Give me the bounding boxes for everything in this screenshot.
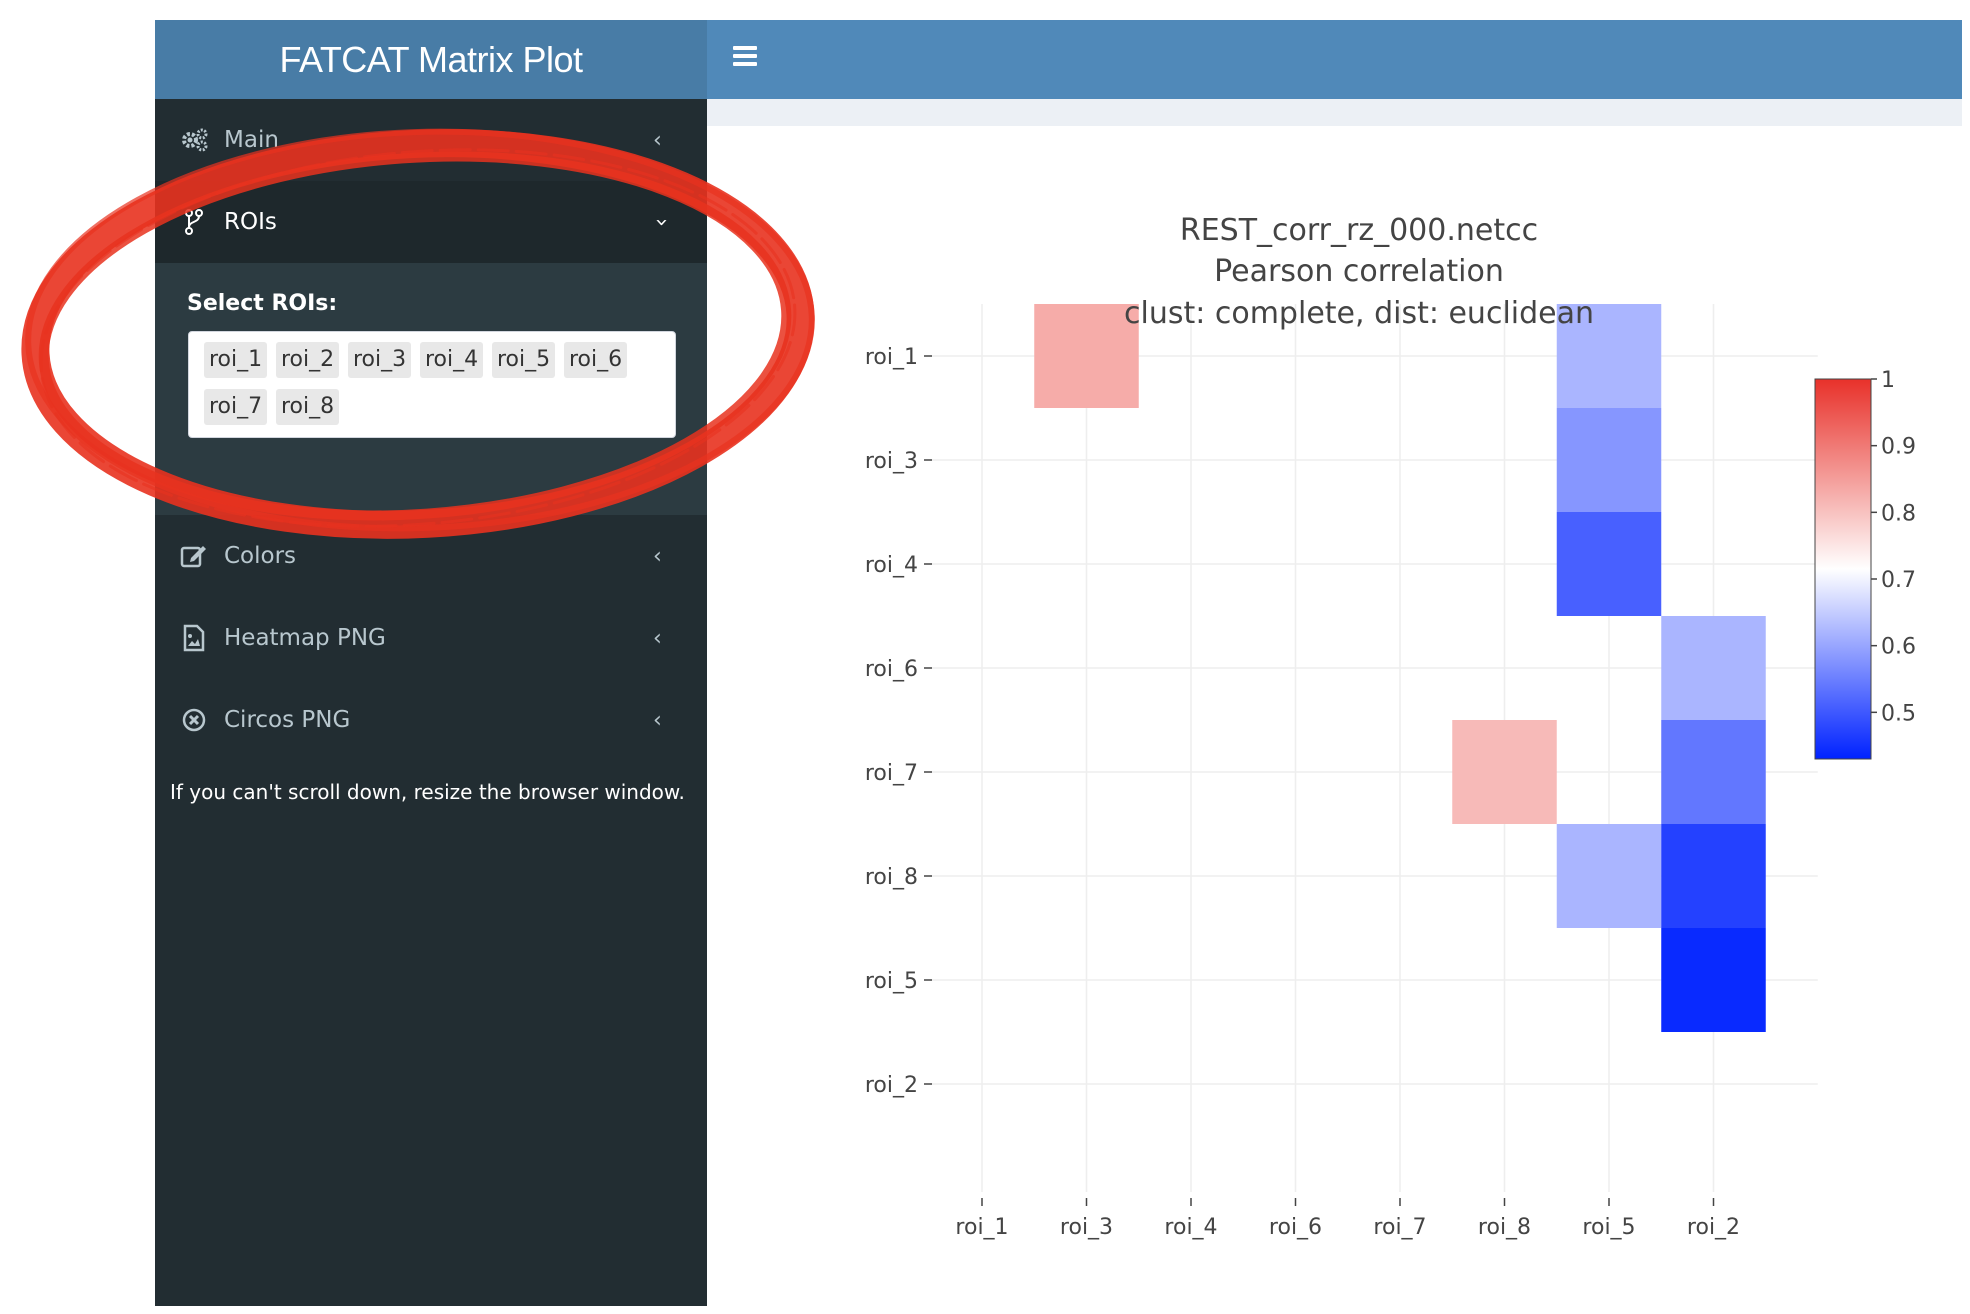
heatmap-cell[interactable] — [1661, 720, 1766, 824]
y-tick-label: roi_5 — [865, 969, 918, 994]
sidebar-item-circos-png[interactable]: Circos PNG ‹ — [155, 679, 707, 761]
x-tick-label: roi_4 — [1164, 1215, 1217, 1240]
sidebar-item-main[interactable]: Main ‹ — [155, 99, 707, 181]
y-tick-label: roi_3 — [865, 449, 918, 474]
roi-chip[interactable]: roi_2 — [276, 342, 340, 378]
colorbar-tick-label: 0.7 — [1881, 568, 1916, 593]
chevron-down-icon: ‹ — [648, 217, 674, 227]
top-navbar — [707, 20, 1962, 99]
colorbar-tick-label: 0.8 — [1881, 501, 1916, 526]
colorbar-tick-label: 0.5 — [1881, 701, 1916, 726]
x-tick-label: roi_3 — [1060, 1215, 1113, 1240]
heatmap-cell[interactable] — [1661, 928, 1766, 1032]
help-text: If you can't scroll down, resize the bro… — [170, 780, 685, 804]
chevron-left-icon: ‹ — [653, 127, 662, 153]
x-tick-label: roi_7 — [1373, 1215, 1426, 1240]
sidebar-item-colors[interactable]: Colors ‹ — [155, 515, 707, 597]
y-tick-label: roi_2 — [865, 1073, 918, 1098]
sidebar-toggle-icon[interactable] — [733, 44, 757, 66]
chevron-left-icon: ‹ — [653, 707, 662, 733]
roi-chip[interactable]: roi_6 — [564, 342, 628, 378]
heatmap-cell[interactable] — [1661, 616, 1766, 720]
roi-chip[interactable]: roi_1 — [204, 342, 268, 378]
chart-title-line-3: clust: complete, dist: euclidean — [1124, 296, 1594, 331]
chart-title-line-2: Pearson correlation — [1214, 254, 1504, 289]
heatmap-cell[interactable] — [1556, 824, 1662, 928]
heatmap-cell[interactable] — [1556, 512, 1662, 616]
gears-icon — [179, 125, 209, 155]
colorbar-ticks: 1 0.9 0.8 0.7 0.6 0.5 — [1871, 368, 1916, 726]
y-tick-label: roi_8 — [865, 865, 918, 890]
roi-chip[interactable]: roi_7 — [204, 389, 268, 425]
x-tick-label: roi_1 — [955, 1215, 1008, 1240]
heatmap-cell[interactable] — [1661, 824, 1766, 928]
roi-chip[interactable]: roi_5 — [492, 342, 556, 378]
sidebar-item-label: Circos PNG — [224, 707, 351, 733]
colorbar-tick-label: 0.6 — [1881, 635, 1916, 660]
colorbar-tick-label: 1 — [1881, 368, 1895, 393]
chart-title-line-1: REST_corr_rz_000.netcc — [1180, 213, 1538, 248]
sidebar-item-heatmap-png[interactable]: Heatmap PNG ‹ — [155, 597, 707, 679]
code-fork-icon — [179, 207, 209, 237]
roi-chip[interactable]: roi_8 — [276, 389, 340, 425]
sidebar-item-label: ROIs — [224, 209, 277, 235]
times-circle-icon — [179, 705, 209, 735]
heatmap-cell[interactable] — [1452, 720, 1557, 824]
x-tick-label: roi_5 — [1582, 1215, 1635, 1240]
app-title[interactable]: FATCAT Matrix Plot — [155, 20, 707, 99]
sidebar-item-rois[interactable]: ROIs ‹ — [155, 181, 707, 263]
x-tick-label: roi_2 — [1687, 1215, 1740, 1240]
y-tick-label: roi_7 — [865, 761, 918, 786]
roi-select-input[interactable]: roi_1 roi_2 roi_3 roi_4 roi_5 roi_6 roi_… — [188, 331, 676, 438]
y-tick-label: roi_4 — [865, 553, 918, 578]
chevron-left-icon: ‹ — [653, 625, 662, 651]
chevron-left-icon: ‹ — [653, 543, 662, 569]
y-axis: roi_1 roi_3 roi_4 roi_6 roi_7 roi_8 roi_5 roi_2 — [865, 345, 932, 1098]
edit-icon — [179, 541, 209, 571]
heatmap-chart: roi_1 roi_3 roi_4 roi_6 roi_7 roi_8 roi_5 roi_2… — [865, 213, 1916, 1240]
select-rois-label: Select ROIs: — [187, 291, 338, 316]
sidebar: Main ‹ ROIs ‹ Select ROIs: roi_1 roi_2 r… — [155, 99, 707, 1306]
sidebar-item-label: Main — [224, 127, 279, 153]
x-tick-label: roi_6 — [1269, 1215, 1322, 1240]
colorbar — [1814, 378, 1872, 760]
sidebar-item-label: Colors — [224, 543, 297, 569]
x-axis: roi_1 roi_3 roi_4 roi_6 roi_7 roi_8 roi_5 roi_2 — [955, 1198, 1740, 1240]
heatmap-cell[interactable] — [1556, 408, 1662, 512]
colorbar-tick-label: 0.9 — [1881, 435, 1916, 460]
y-tick-label: roi_6 — [865, 657, 918, 682]
roi-chip[interactable]: roi_3 — [348, 342, 412, 378]
sidebar-item-label: Heatmap PNG — [224, 625, 386, 651]
x-tick-label: roi_8 — [1478, 1215, 1531, 1240]
content-header — [707, 99, 1962, 126]
file-image-icon — [179, 623, 209, 653]
roi-chip[interactable]: roi_4 — [420, 342, 484, 378]
roi-submenu: Select ROIs: roi_1 roi_2 roi_3 roi_4 roi… — [155, 263, 707, 515]
y-tick-label: roi_1 — [865, 345, 918, 370]
